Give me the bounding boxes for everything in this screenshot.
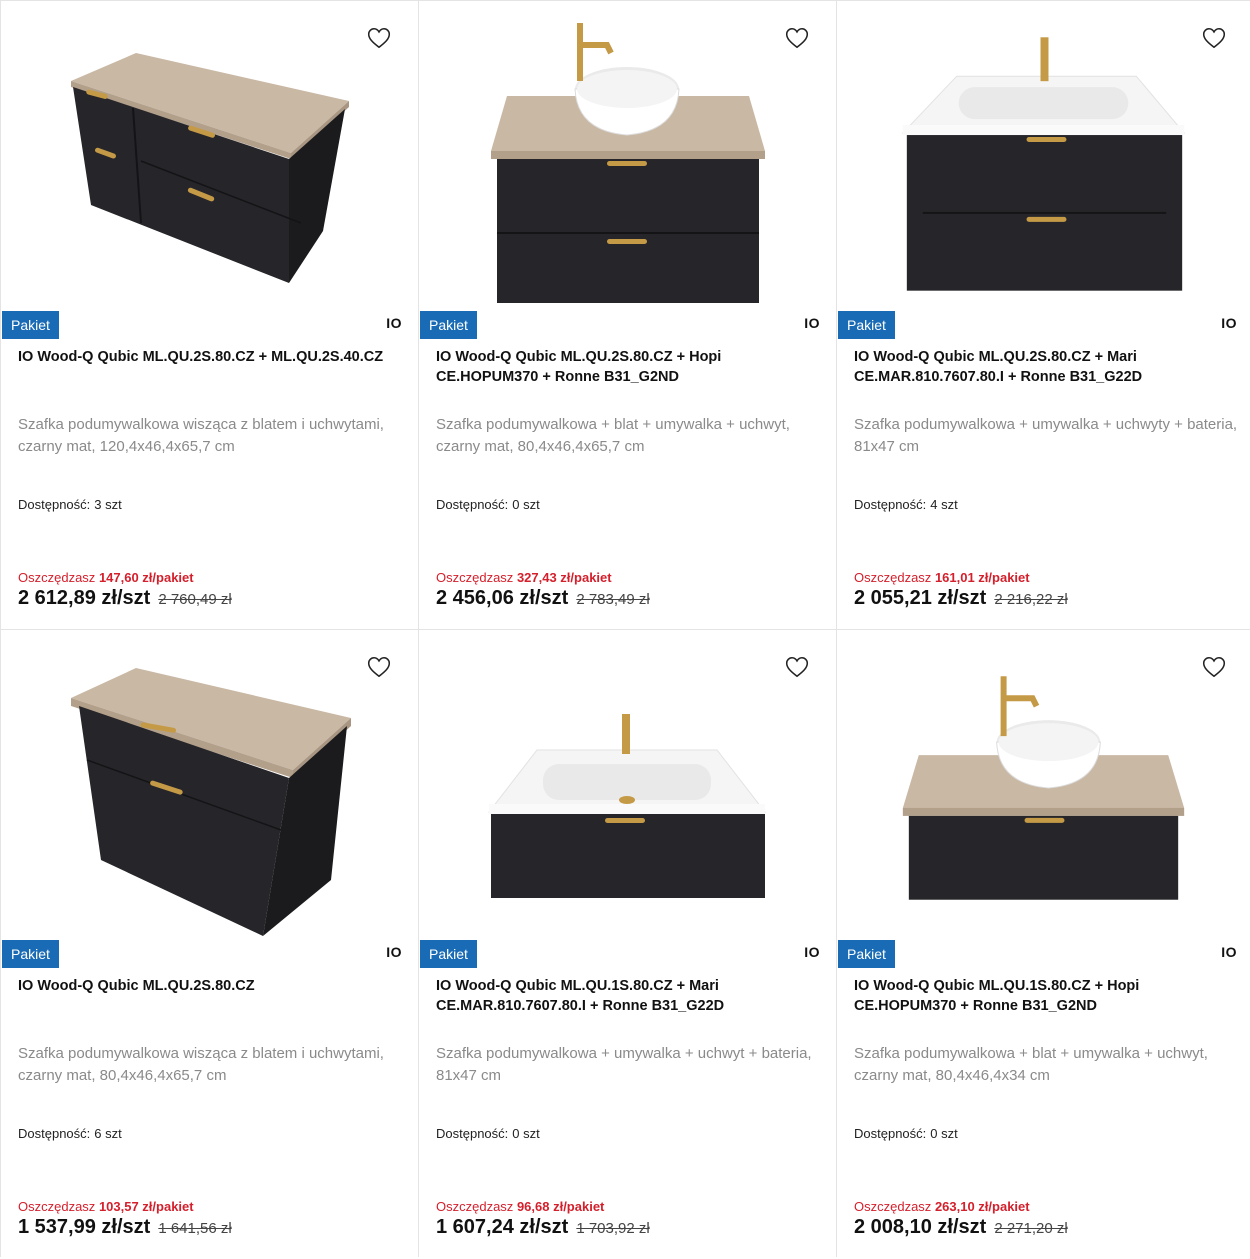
old-price: 1 703,92 zł xyxy=(576,1220,650,1237)
savings-label: Oszczędzasz xyxy=(436,1199,514,1214)
product-image[interactable] xyxy=(1,1,418,309)
package-badge: Pakiet xyxy=(420,311,477,339)
product-card[interactable]: Pakiet IO IO Wood-Q Qubic ML.QU.1S.80.CZ… xyxy=(419,630,836,1259)
current-price: 2 055,21 zł/szt xyxy=(854,587,987,609)
product-description: Szafka podumywalkowa + umywalka + uchwyt… xyxy=(436,1045,812,1084)
product-description: Szafka podumywalkowa + umywalka + uchwyt… xyxy=(854,416,1238,455)
brand-label: IO xyxy=(386,944,402,960)
heart-outline-icon[interactable] xyxy=(1201,654,1227,680)
availability-value: 6 szt xyxy=(94,1126,122,1141)
product-card[interactable]: Pakiet IO IO Wood-Q Qubic ML.QU.2S.80.CZ… xyxy=(1,630,418,1259)
availability-value: 3 szt xyxy=(94,497,122,512)
savings: Oszczędzasz 147,60 zł/pakiet xyxy=(18,570,194,585)
savings-label: Oszczędzasz xyxy=(18,570,96,585)
availability-label: Dostępność: xyxy=(436,1126,509,1141)
availability-label: Dostępność: xyxy=(18,497,91,512)
savings-label: Oszczędzasz xyxy=(436,570,514,585)
heart-outline-icon[interactable] xyxy=(784,654,810,680)
savings-value: 103,57 zł/pakiet xyxy=(98,1199,194,1214)
availability-value: 4 szt xyxy=(930,497,958,512)
product-title[interactable]: IO Wood-Q Qubic ML.QU.2S.80.CZ + Hopi CE… xyxy=(436,347,811,387)
savings-label: Oszczędzasz xyxy=(854,570,932,585)
brand-label: IO xyxy=(1221,315,1237,331)
product-image[interactable] xyxy=(1,630,418,938)
product-image[interactable] xyxy=(419,1,836,309)
availability-label: Dostępność: xyxy=(436,497,509,512)
old-price: 2 783,49 zł xyxy=(576,591,650,608)
heart-outline-icon[interactable] xyxy=(366,25,392,51)
package-badge: Pakiet xyxy=(2,940,59,968)
product-title[interactable]: IO Wood-Q Qubic ML.QU.2S.80.CZ + ML.QU.2… xyxy=(18,347,393,367)
price: 1 607,24 zł/szt 1 703,92 zł xyxy=(436,1216,650,1239)
current-price: 2 456,06 zł/szt xyxy=(436,587,569,609)
product-image[interactable] xyxy=(837,1,1250,309)
old-price: 2 271,20 zł xyxy=(994,1220,1068,1237)
product-description: Szafka podumywalkowa + blat + umywalka +… xyxy=(854,1045,1208,1084)
heart-outline-icon[interactable] xyxy=(784,25,810,51)
product-card[interactable]: Pakiet IO IO Wood-Q Qubic ML.QU.2S.80.CZ… xyxy=(837,1,1250,629)
current-price: 1 607,24 zł/szt xyxy=(436,1216,569,1238)
product-description: Szafka podumywalkowa wisząca z blatem i … xyxy=(18,1045,384,1084)
brand-label: IO xyxy=(1221,944,1237,960)
availability-value: 0 szt xyxy=(930,1126,958,1141)
savings-value: 327,43 zł/pakiet xyxy=(516,570,612,585)
savings-value: 161,01 zł/pakiet xyxy=(934,570,1030,585)
current-price: 2 612,89 zł/szt xyxy=(18,587,151,609)
brand-label: IO xyxy=(804,315,820,331)
product-card[interactable]: Pakiet IO IO Wood-Q Qubic ML.QU.1S.80.CZ… xyxy=(837,630,1250,1259)
product-image[interactable] xyxy=(419,630,836,938)
savings: Oszczędzasz 103,57 zł/pakiet xyxy=(18,1199,194,1214)
price: 1 537,99 zł/szt 1 641,56 zł xyxy=(18,1216,232,1239)
availability-value: 0 szt xyxy=(512,1126,540,1141)
availability: Dostępność: 6 szt xyxy=(18,1126,122,1141)
package-badge: Pakiet xyxy=(838,311,895,339)
savings: Oszczędzasz 263,10 zł/pakiet xyxy=(854,1199,1030,1214)
availability: Dostępność: 0 szt xyxy=(436,1126,540,1141)
old-price: 2 760,49 zł xyxy=(158,591,232,608)
availability-label: Dostępność: xyxy=(854,497,927,512)
savings-label: Oszczędzasz xyxy=(854,1199,932,1214)
savings-value: 147,60 zł/pakiet xyxy=(98,570,194,585)
price: 2 055,21 zł/szt 2 216,22 zł xyxy=(854,587,1068,610)
availability-label: Dostępność: xyxy=(854,1126,927,1141)
availability-value: 0 szt xyxy=(512,497,540,512)
old-price: 1 641,56 zł xyxy=(158,1220,232,1237)
availability: Dostępność: 0 szt xyxy=(854,1126,958,1141)
brand-label: IO xyxy=(804,944,820,960)
package-badge: Pakiet xyxy=(2,311,59,339)
savings-value: 263,10 zł/pakiet xyxy=(934,1199,1030,1214)
price: 2 008,10 zł/szt 2 271,20 zł xyxy=(854,1216,1068,1239)
product-title[interactable]: IO Wood-Q Qubic ML.QU.1S.80.CZ + Mari CE… xyxy=(436,976,811,1016)
savings-label: Oszczędzasz xyxy=(18,1199,96,1214)
heart-outline-icon[interactable] xyxy=(1201,25,1227,51)
availability: Dostępność: 0 szt xyxy=(436,497,540,512)
savings-value: 96,68 zł/pakiet xyxy=(516,1199,605,1214)
product-card[interactable]: Pakiet IO IO Wood-Q Qubic ML.QU.2S.80.CZ… xyxy=(1,1,418,629)
savings: Oszczędzasz 327,43 zł/pakiet xyxy=(436,570,612,585)
product-description: Szafka podumywalkowa wisząca z blatem i … xyxy=(18,416,384,455)
availability: Dostępność: 4 szt xyxy=(854,497,958,512)
product-title[interactable]: IO Wood-Q Qubic ML.QU.1S.80.CZ + Hopi CE… xyxy=(854,976,1229,1016)
current-price: 2 008,10 zł/szt xyxy=(854,1216,987,1238)
brand-label: IO xyxy=(386,315,402,331)
current-price: 1 537,99 zł/szt xyxy=(18,1216,151,1238)
product-card[interactable]: Pakiet IO IO Wood-Q Qubic ML.QU.2S.80.CZ… xyxy=(419,1,836,629)
product-title[interactable]: IO Wood-Q Qubic ML.QU.2S.80.CZ + Mari CE… xyxy=(854,347,1229,387)
product-description: Szafka podumywalkowa + blat + umywalka +… xyxy=(436,416,790,455)
old-price: 2 216,22 zł xyxy=(994,591,1068,608)
product-grid: Pakiet IO IO Wood-Q Qubic ML.QU.2S.80.CZ… xyxy=(0,0,1250,1259)
price: 2 612,89 zł/szt 2 760,49 zł xyxy=(18,587,232,610)
package-badge: Pakiet xyxy=(838,940,895,968)
price: 2 456,06 zł/szt 2 783,49 zł xyxy=(436,587,650,610)
product-image[interactable] xyxy=(837,630,1250,938)
savings: Oszczędzasz 161,01 zł/pakiet xyxy=(854,570,1030,585)
availability-label: Dostępność: xyxy=(18,1126,91,1141)
savings: Oszczędzasz 96,68 zł/pakiet xyxy=(436,1199,604,1214)
product-title[interactable]: IO Wood-Q Qubic ML.QU.2S.80.CZ xyxy=(18,976,393,996)
availability: Dostępność: 3 szt xyxy=(18,497,122,512)
heart-outline-icon[interactable] xyxy=(366,654,392,680)
package-badge: Pakiet xyxy=(420,940,477,968)
